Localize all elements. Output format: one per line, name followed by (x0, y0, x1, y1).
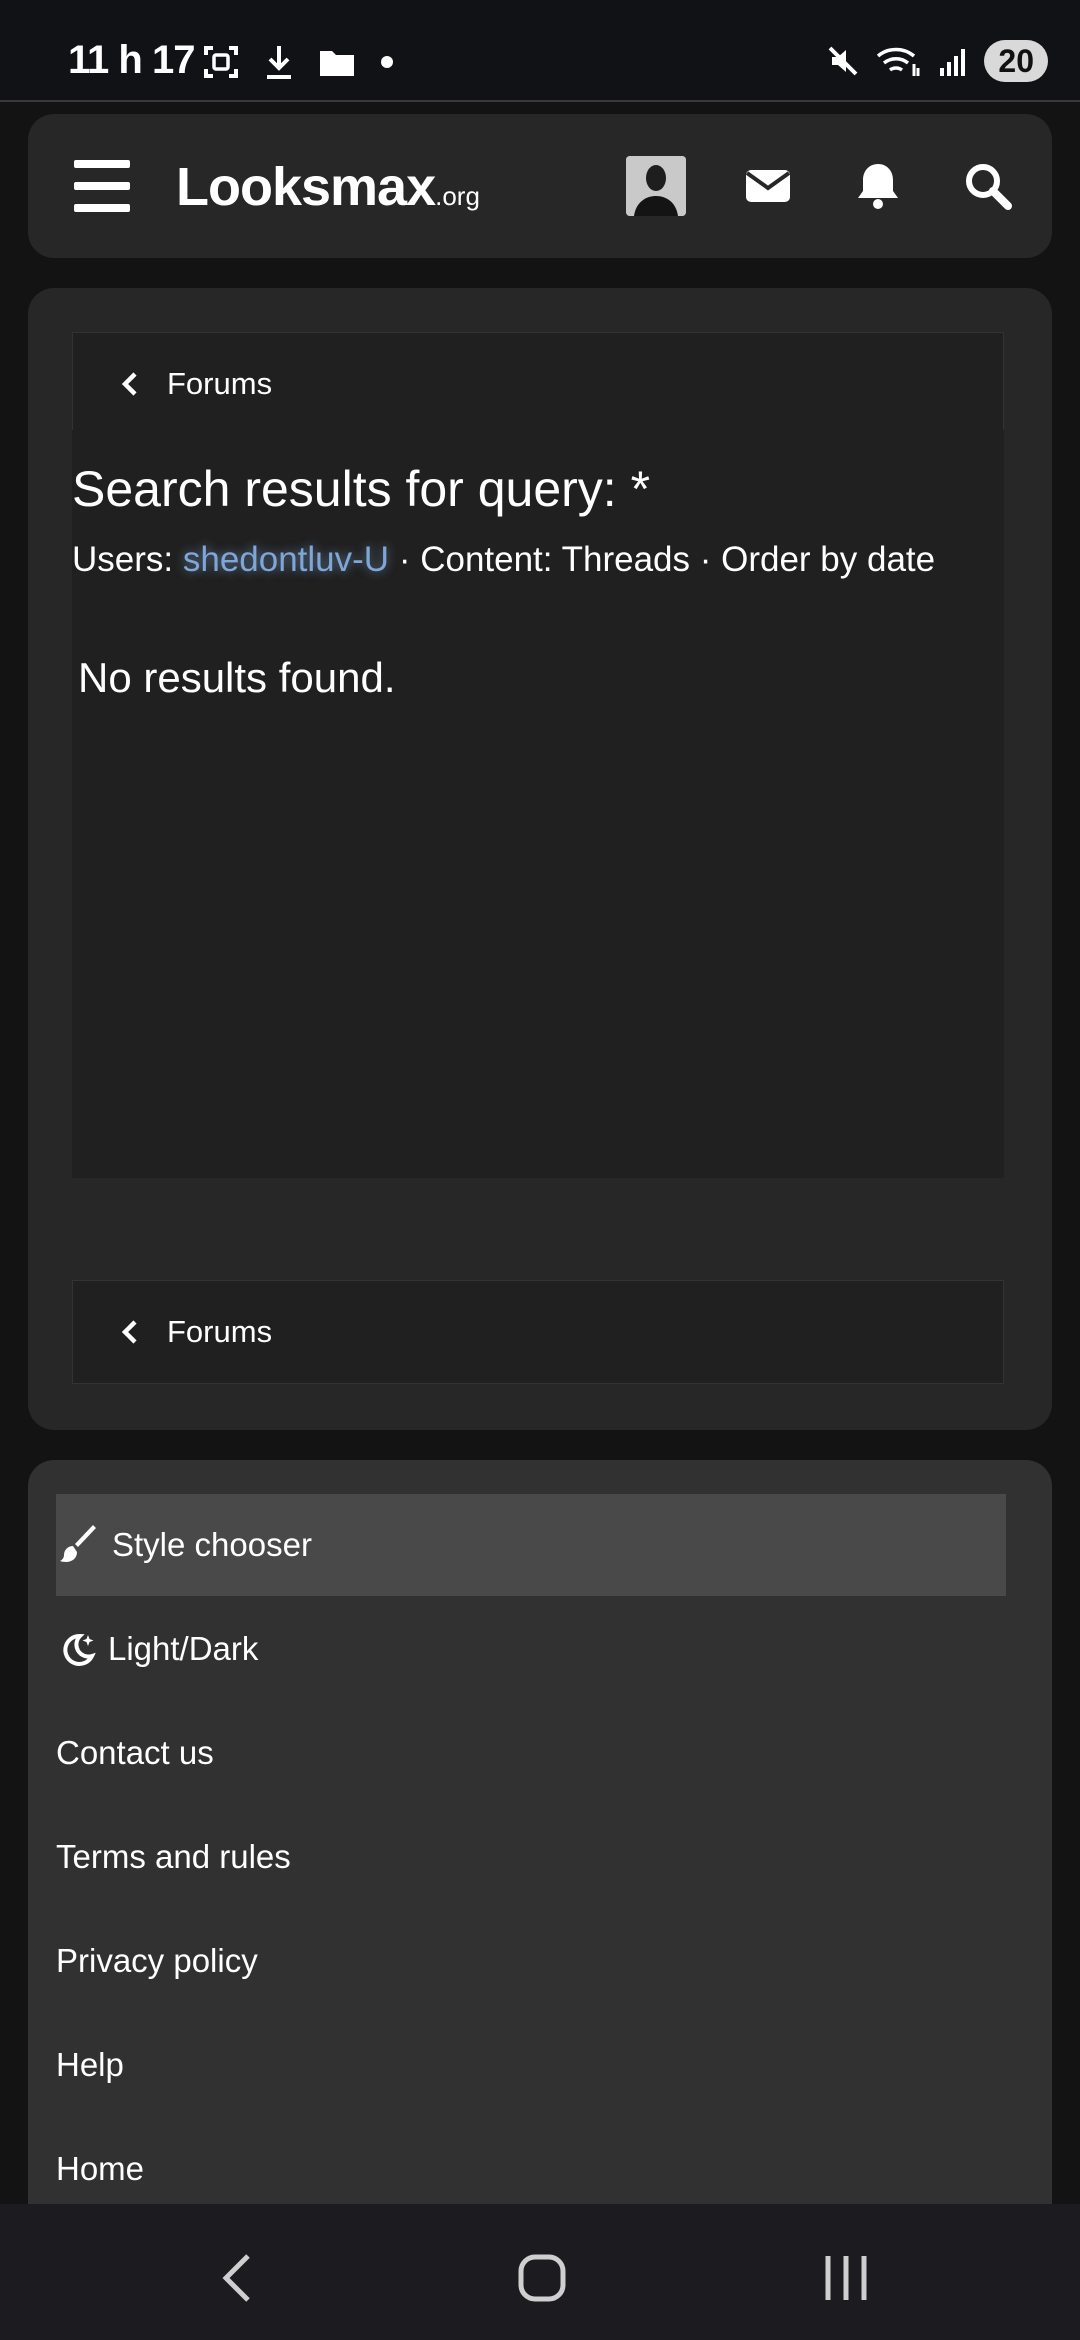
breadcrumb-top[interactable]: Forums (72, 332, 1004, 436)
page-title: Search results for query: * (72, 461, 651, 517)
chevron-left-icon (121, 1320, 137, 1344)
breadcrumb-bottom[interactable]: Forums (72, 1280, 1004, 1384)
style-chooser-link[interactable]: Style chooser (56, 1494, 1006, 1596)
brush-icon (60, 1525, 96, 1562)
moon-icon (63, 1633, 96, 1666)
site-footer: Style chooser Light/Dark Contact us Term… (28, 1460, 1052, 2204)
home-link[interactable]: Home (56, 2118, 1006, 2204)
help-link[interactable]: Help (56, 2014, 1006, 2116)
avatar[interactable] (626, 156, 686, 216)
breadcrumb-label: Forums (167, 1314, 273, 1349)
light-dark-toggle[interactable]: Light/Dark (56, 1598, 1006, 1700)
battery-indicator: 20 (984, 40, 1048, 82)
status-bar: 11 h 17 20 (0, 0, 1080, 102)
search-icon[interactable] (962, 160, 1014, 212)
username-link[interactable]: shedontluv-U (183, 540, 389, 579)
mail-icon[interactable] (742, 160, 794, 212)
site-logo[interactable]: Looksmax.org (176, 156, 480, 218)
mute-icon (828, 46, 858, 76)
bell-icon[interactable] (852, 160, 904, 212)
privacy-policy-link[interactable]: Privacy policy (56, 1910, 1006, 2012)
results-area: Search results for query: * Users: shedo… (72, 430, 1004, 1178)
contact-us-link[interactable]: Contact us (56, 1702, 1006, 1804)
folder-icon (320, 51, 354, 76)
chevron-left-icon (121, 372, 137, 396)
status-right-icons: 20 (826, 40, 1048, 82)
screenshot-icon (204, 46, 238, 78)
home-icon[interactable] (512, 2248, 572, 2308)
terms-link[interactable]: Terms and rules (56, 1806, 1006, 1908)
search-results-card: Forums Search results for query: * Users… (28, 288, 1052, 1430)
menu-icon[interactable] (74, 160, 130, 212)
signal-icon (940, 49, 966, 76)
search-filters: Users: shedontluv-U · Content: Threads ·… (72, 540, 936, 579)
wifi-icon (877, 47, 920, 76)
no-results-message: No results found. (78, 654, 396, 701)
system-nav-bar (0, 2204, 1080, 2340)
download-icon (267, 46, 291, 79)
back-icon[interactable] (210, 2248, 270, 2308)
recents-icon[interactable] (816, 2248, 876, 2308)
dot-icon (381, 56, 393, 68)
breadcrumb-label: Forums (167, 366, 273, 401)
status-time: 11 h 17 (68, 38, 195, 82)
site-header: Looksmax.org (28, 114, 1052, 258)
status-left-icons (203, 44, 393, 80)
